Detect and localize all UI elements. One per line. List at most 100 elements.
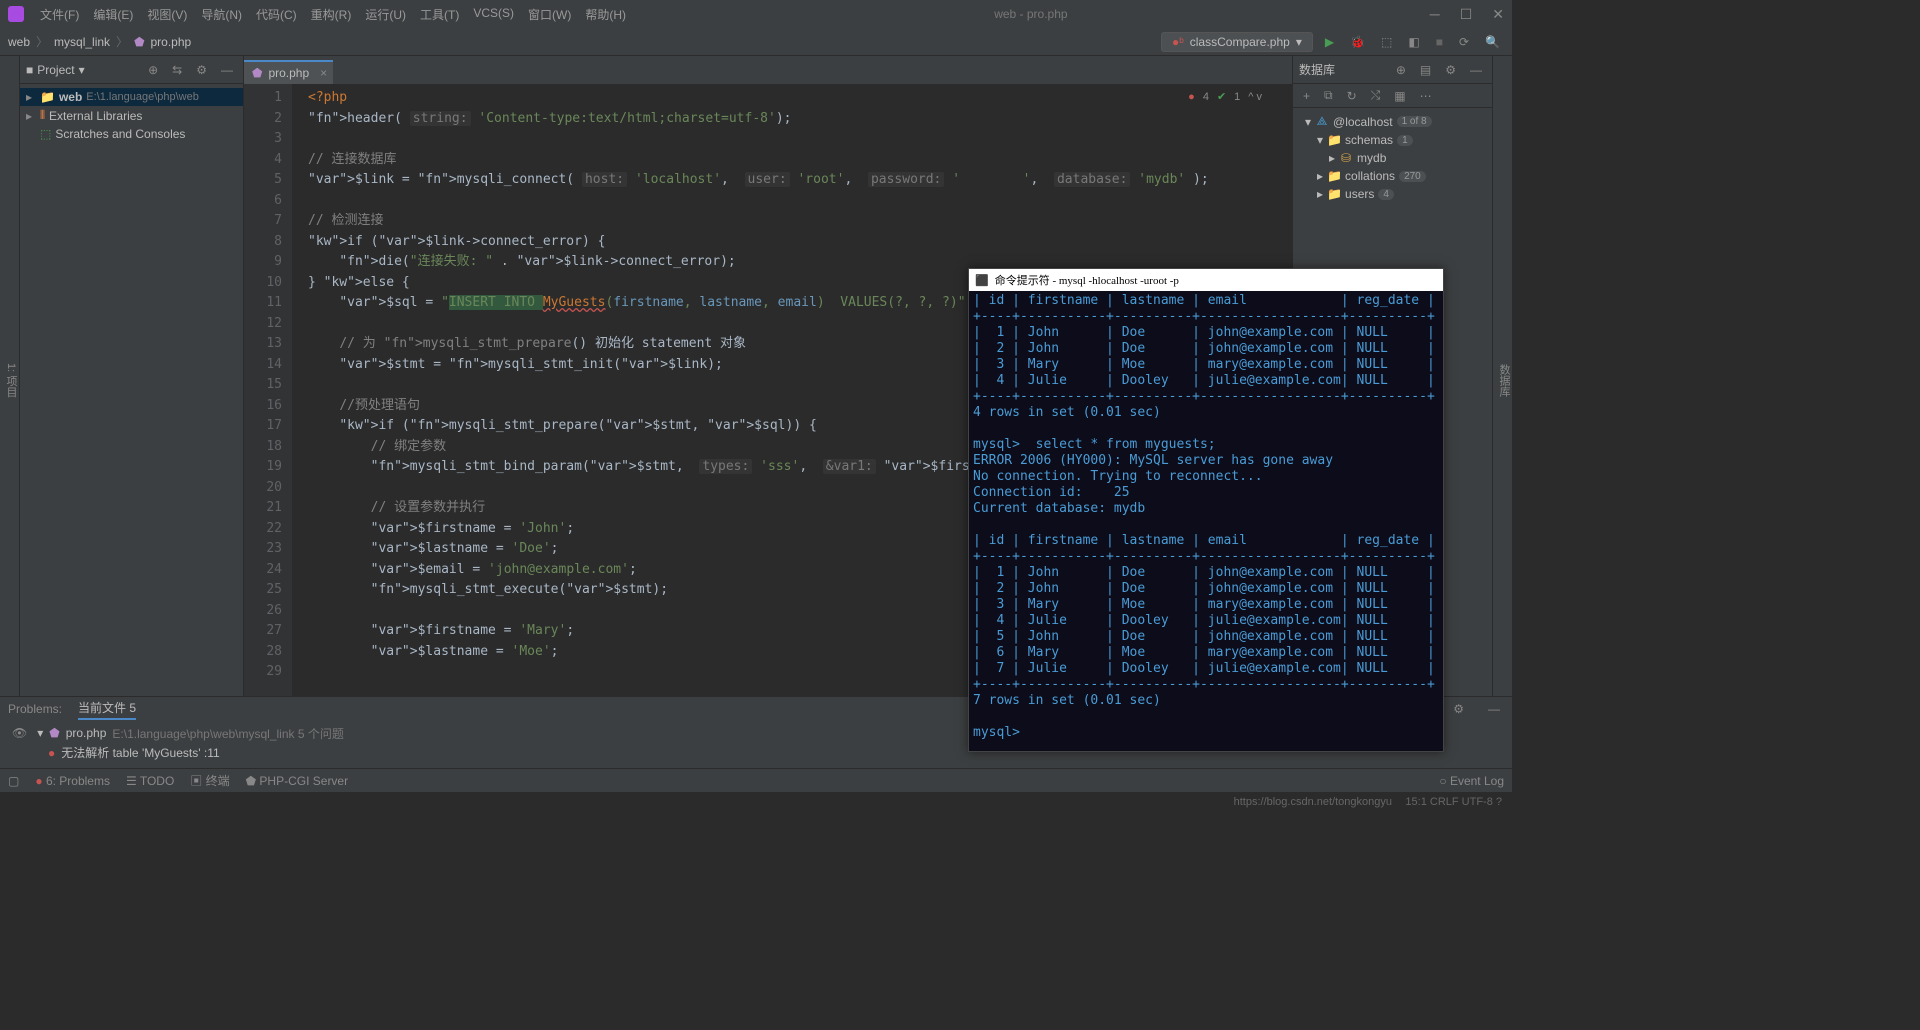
- profile-icon[interactable]: ◧: [1404, 33, 1423, 51]
- cmd-icon: ⬛: [975, 274, 989, 287]
- menu-nav[interactable]: 导航(N): [195, 3, 248, 26]
- menu-help[interactable]: 帮助(H): [579, 3, 632, 26]
- menu-window[interactable]: 窗口(W): [522, 3, 577, 26]
- menu-tools[interactable]: 工具(T): [414, 3, 465, 26]
- error-count: 4: [1203, 91, 1209, 103]
- crumb-web[interactable]: web: [8, 35, 30, 49]
- db-add-icon[interactable]: +: [1299, 87, 1314, 105]
- project-title[interactable]: ■ Project ▾: [26, 63, 85, 77]
- root-name: web: [59, 90, 82, 104]
- tab-close-icon[interactable]: ×: [320, 66, 327, 80]
- terminal-title: ⬛ 命令提示符 - mysql -hlocalhost -uroot -p: [969, 269, 1443, 291]
- db-more-icon[interactable]: ⋯: [1416, 87, 1436, 105]
- crumb-file[interactable]: pro.php: [151, 35, 192, 49]
- status-bar: ▢ ● 6: Problems ☰ TODO ▣ 终端 ⬟ PHP-CGI Se…: [0, 768, 1512, 792]
- hide-icon[interactable]: —: [217, 61, 237, 79]
- eye-icon[interactable]: 👁: [8, 724, 31, 742]
- tree-root[interactable]: ▸📁 web E:\1.language\php\web: [20, 88, 243, 106]
- editor-tabs[interactable]: ⬟pro.php ×: [244, 56, 1292, 84]
- expand-icon[interactable]: ⇆: [168, 61, 186, 79]
- db-users-row[interactable]: ▸📁users 4: [1293, 185, 1492, 203]
- crumb-folder[interactable]: mysql_link: [54, 35, 110, 49]
- watermark: https://blog.csdn.net/tongkongyu: [1234, 796, 1392, 808]
- breadcrumb[interactable]: web〉 mysql_link〉 ⬟pro.php: [8, 33, 191, 50]
- menu-run[interactable]: 运行(U): [359, 3, 412, 26]
- db-tree[interactable]: ▾⟁@localhost 1 of 8 ▾📁schemas 1 ▸⛁mydb ▸…: [1293, 108, 1492, 207]
- run-toolbar: ●ᵇclassCompare.php▾ ▶ 🐞 ⬚ ◧ ■ ⟳ 🔍: [1161, 32, 1504, 52]
- db-schemas-row[interactable]: ▾📁schemas 1: [1293, 131, 1492, 149]
- db-host-row[interactable]: ▾⟁@localhost 1 of 8: [1293, 112, 1492, 131]
- navigation-bar: web〉 mysql_link〉 ⬟pro.php ●ᵇclassCompare…: [0, 28, 1512, 56]
- maximize-icon[interactable]: ☐: [1460, 6, 1473, 23]
- menu-refactor[interactable]: 重构(R): [305, 3, 358, 26]
- db-title: 数据库: [1299, 61, 1335, 78]
- run-config-selector[interactable]: ●ᵇclassCompare.php▾: [1161, 32, 1313, 52]
- inspection-widget[interactable]: ●4 ✔1 ^ v: [1188, 90, 1262, 103]
- db-header: 数据库 ⊕ ▤ ⚙ —: [1293, 56, 1492, 84]
- db-collations-row[interactable]: ▸📁collations 270: [1293, 167, 1492, 185]
- menu-edit[interactable]: 编辑(E): [87, 3, 139, 26]
- status-todo[interactable]: ☰ TODO: [126, 774, 174, 788]
- stop-icon[interactable]: ■: [1432, 33, 1447, 51]
- right-tool-strip[interactable]: 数据库: [1492, 56, 1512, 696]
- coverage-icon[interactable]: ⬚: [1377, 33, 1396, 51]
- db-stop-icon[interactable]: ⤭: [1367, 86, 1385, 105]
- run-config-label: classCompare.php: [1190, 35, 1290, 49]
- menu-vcs[interactable]: VCS(S): [467, 3, 520, 26]
- status-phpcgi[interactable]: ⬟ PHP-CGI Server: [246, 774, 348, 788]
- db-refresh-icon[interactable]: ↻: [1343, 87, 1361, 105]
- line-gutter: 1234567891011121314151617181920212223242…: [244, 84, 292, 696]
- scratch-label: Scratches and Consoles: [55, 127, 185, 141]
- main-menu[interactable]: 文件(F) 编辑(E) 视图(V) 导航(N) 代码(C) 重构(R) 运行(U…: [34, 3, 632, 26]
- db-console-icon[interactable]: ▦: [1390, 87, 1409, 105]
- menu-code[interactable]: 代码(C): [250, 3, 303, 26]
- titlebar: 文件(F) 编辑(E) 视图(V) 导航(N) 代码(C) 重构(R) 运行(U…: [0, 0, 1512, 28]
- window-title: web - pro.php: [632, 7, 1430, 21]
- problem-file-path: E:\1.language\php\web\mysql_link 5 个问题: [112, 725, 343, 742]
- terminal-output: | id | firstname | lastname | email | re…: [969, 291, 1443, 743]
- warn-count: 1: [1234, 91, 1240, 103]
- search-icon[interactable]: 🔍: [1481, 33, 1504, 51]
- db-settings-icon[interactable]: ⚙: [1441, 61, 1460, 79]
- close-icon[interactable]: ✕: [1492, 6, 1504, 23]
- ext-label: External Libraries: [49, 109, 142, 123]
- debug-icon[interactable]: 🐞: [1346, 33, 1369, 51]
- status-icon[interactable]: ▢: [8, 774, 19, 788]
- sidebar-project[interactable]: 1: 项目: [3, 64, 19, 696]
- problem-file: pro.php: [66, 726, 107, 740]
- problem-text: 无法解析 table 'MyGuests' :11: [61, 744, 219, 761]
- app-logo-icon: [8, 6, 24, 22]
- project-tree[interactable]: ▸📁 web E:\1.language\php\web ▸⫴ External…: [20, 84, 243, 147]
- cmd-terminal-window[interactable]: ⬛ 命令提示符 - mysql -hlocalhost -uroot -p | …: [968, 268, 1444, 752]
- db-mydb-row[interactable]: ▸⛁mydb: [1293, 149, 1492, 167]
- db-hide-icon[interactable]: —: [1466, 61, 1486, 79]
- menu-file[interactable]: 文件(F): [34, 3, 85, 26]
- project-tool-window: ■ Project ▾ ⊕ ⇆ ⚙ — ▸📁 web E:\1.language…: [20, 56, 244, 696]
- db-filter-icon[interactable]: ▤: [1416, 61, 1435, 79]
- settings-icon[interactable]: ⚙: [192, 61, 211, 79]
- db-dup-icon[interactable]: ⧉: [1320, 86, 1337, 105]
- problems-label: Problems:: [8, 702, 62, 716]
- problems-hide-icon[interactable]: —: [1484, 700, 1504, 718]
- problems-settings-icon[interactable]: ⚙: [1449, 700, 1468, 718]
- tab-label: pro.php: [268, 66, 309, 80]
- status-terminal[interactable]: ▣ 终端: [190, 772, 229, 789]
- tree-scratches[interactable]: ⬚ Scratches and Consoles: [20, 125, 243, 143]
- tree-external-libs[interactable]: ▸⫴ External Libraries: [20, 106, 243, 125]
- caret-position: 15:1 CRLF UTF-8 ?: [1405, 796, 1502, 808]
- minimize-icon[interactable]: ─: [1430, 6, 1440, 23]
- sidebar-database[interactable]: 数据库: [1496, 64, 1512, 696]
- status-eventlog[interactable]: ○ Event Log: [1439, 774, 1504, 788]
- left-tool-strip[interactable]: 1: 项目: [0, 56, 20, 696]
- problems-current-tab[interactable]: 当前文件 5: [78, 699, 136, 720]
- tab-pro-php[interactable]: ⬟pro.php ×: [244, 60, 333, 84]
- root-path: E:\1.language\php\web: [86, 91, 199, 103]
- project-header: ■ Project ▾ ⊕ ⇆ ⚙ —: [20, 56, 243, 84]
- db-new-icon[interactable]: ⊕: [1392, 61, 1410, 79]
- menu-view[interactable]: 视图(V): [141, 3, 193, 26]
- update-icon[interactable]: ⟳: [1455, 33, 1473, 51]
- status-problems[interactable]: ● 6: Problems: [35, 774, 110, 788]
- run-icon[interactable]: ▶: [1321, 33, 1338, 51]
- locate-icon[interactable]: ⊕: [144, 61, 162, 79]
- nav-arrows[interactable]: ^ v: [1248, 91, 1262, 103]
